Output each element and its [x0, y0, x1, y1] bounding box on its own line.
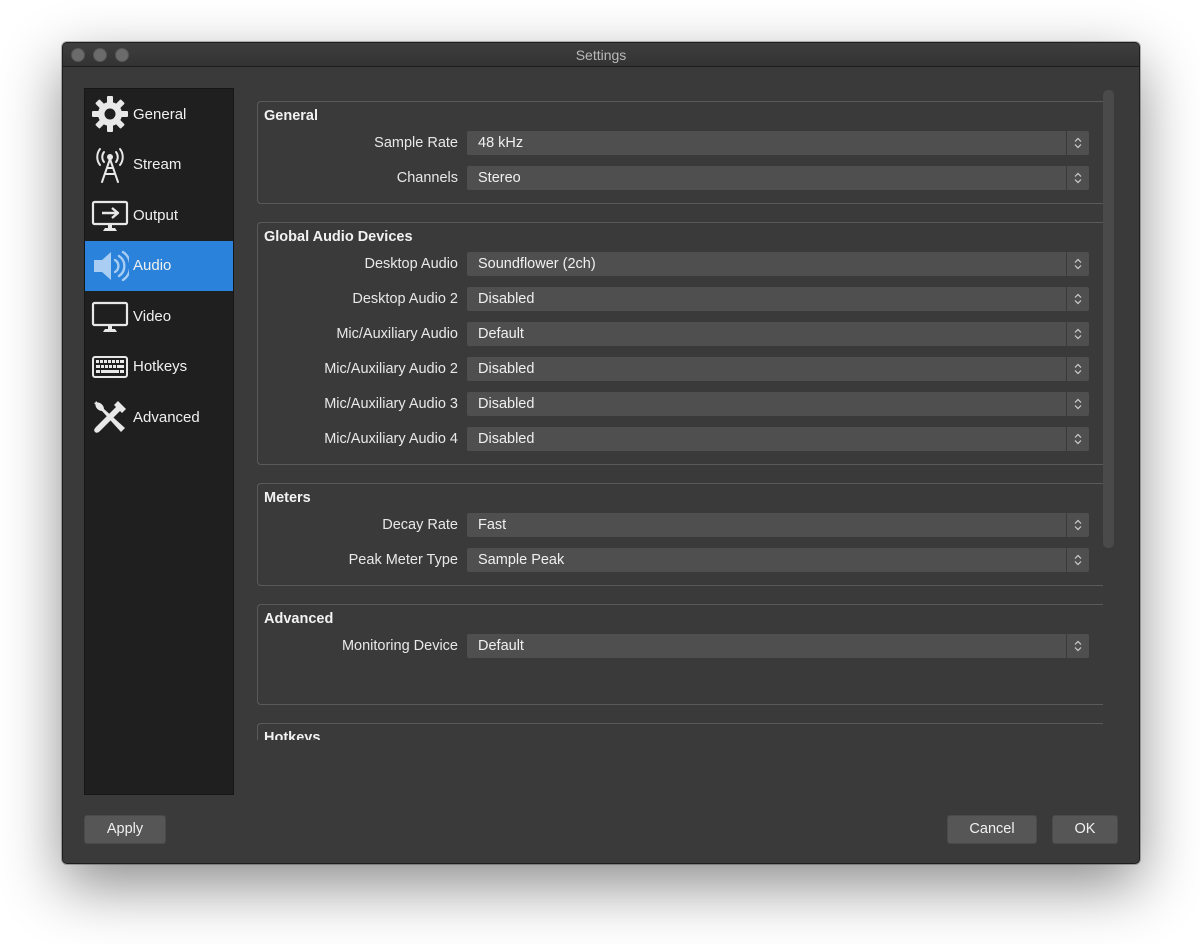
- sidebar-item-label: Stream: [133, 156, 182, 174]
- field-label: Decay Rate: [382, 517, 458, 533]
- sidebar-item-video[interactable]: Video: [85, 291, 233, 342]
- sidebar-item-label: Video: [133, 307, 172, 325]
- select-value: Default: [478, 638, 524, 654]
- field-label: Mic/Auxiliary Audio 2: [324, 361, 458, 377]
- field-label: Channels: [396, 170, 458, 186]
- audio-settings-panel: General Sample Rate 48 kHz Channels Ster…: [257, 88, 1103, 740]
- mic-aux-audio-2-select[interactable]: Disabled: [467, 357, 1089, 381]
- mic-aux-audio-4-select[interactable]: Disabled: [467, 427, 1089, 451]
- keyboard-icon: [90, 347, 130, 387]
- mic-aux-audio-2-row: Mic/Auxiliary Audio 2 Disabled: [258, 357, 1103, 381]
- mic-aux-audio-3-select[interactable]: Disabled: [467, 392, 1089, 416]
- select-value: Stereo: [478, 170, 521, 186]
- updown-chevron-icon: [1066, 166, 1089, 190]
- sidebar-item-label: Output: [133, 206, 179, 224]
- field-label: Mic/Auxiliary Audio: [336, 326, 458, 342]
- monitor-icon: [90, 296, 130, 336]
- group-title: General: [264, 108, 318, 124]
- gear-icon: [90, 94, 130, 134]
- sidebar-item-stream[interactable]: Stream: [85, 140, 233, 191]
- mic-aux-audio-select[interactable]: Default: [467, 322, 1089, 346]
- group-title: Meters: [264, 490, 311, 506]
- select-value: Fast: [478, 517, 507, 533]
- ok-button[interactable]: OK: [1052, 815, 1118, 844]
- select-value: Disabled: [478, 291, 535, 307]
- peak-meter-type-select[interactable]: Sample Peak: [467, 548, 1089, 572]
- select-value: Disabled: [478, 396, 535, 412]
- sidebar-item-advanced[interactable]: Advanced: [85, 392, 233, 443]
- advanced-group: Advanced Monitoring Device Default: [257, 604, 1103, 705]
- sidebar-item-audio[interactable]: Audio: [85, 240, 233, 291]
- settings-scrollbar[interactable]: [1103, 90, 1114, 548]
- sidebar-item-label: Advanced: [133, 408, 200, 426]
- sidebar-item-label: Hotkeys: [133, 358, 188, 376]
- select-value: Default: [478, 326, 524, 342]
- updown-chevron-icon: [1066, 252, 1089, 276]
- desktop-audio-2-row: Desktop Audio 2 Disabled: [258, 287, 1103, 311]
- settings-sidebar: General Stream Output Audio Video Hotkey…: [84, 88, 234, 795]
- sidebar-item-output[interactable]: Output: [85, 190, 233, 241]
- select-value: Sample Peak: [478, 552, 565, 568]
- mic-aux-audio-3-row: Mic/Auxiliary Audio 3 Disabled: [258, 392, 1103, 416]
- field-label: Monitoring Device: [341, 638, 458, 654]
- updown-chevron-icon: [1066, 548, 1089, 572]
- apply-button[interactable]: Apply: [84, 815, 166, 844]
- hotkeys-group: Hotkeys: [257, 723, 1103, 740]
- broadcast-tower-icon: [90, 145, 130, 185]
- select-value: 48 kHz: [478, 135, 524, 151]
- tools-icon: [90, 397, 130, 437]
- general-group: General Sample Rate 48 kHz Channels Ster…: [257, 101, 1103, 204]
- updown-chevron-icon: [1066, 131, 1089, 155]
- mic-aux-audio-row: Mic/Auxiliary Audio Default: [258, 322, 1103, 346]
- sample-rate-select[interactable]: 48 kHz: [467, 131, 1089, 155]
- select-value: Disabled: [478, 431, 535, 447]
- updown-chevron-icon: [1066, 513, 1089, 537]
- updown-chevron-icon: [1066, 322, 1089, 346]
- updown-chevron-icon: [1066, 357, 1089, 381]
- field-label: Desktop Audio 2: [352, 291, 458, 307]
- sidebar-item-hotkeys[interactable]: Hotkeys: [85, 342, 233, 393]
- group-title: Global Audio Devices: [264, 229, 413, 245]
- field-label: Desktop Audio: [364, 256, 458, 272]
- updown-chevron-icon: [1066, 427, 1089, 451]
- title-bar: Settings: [63, 43, 1139, 67]
- select-value: Soundflower (2ch): [478, 256, 596, 272]
- field-label: Peak Meter Type: [348, 552, 458, 568]
- updown-chevron-icon: [1066, 634, 1089, 658]
- field-label: Sample Rate: [374, 135, 458, 151]
- peak-meter-type-row: Peak Meter Type Sample Peak: [258, 548, 1103, 572]
- sidebar-item-label: General: [133, 105, 187, 123]
- cancel-button[interactable]: Cancel: [947, 815, 1037, 844]
- desktop-audio-select[interactable]: Soundflower (2ch): [467, 252, 1089, 276]
- updown-chevron-icon: [1066, 392, 1089, 416]
- sidebar-item-label: Audio: [133, 257, 172, 275]
- desktop-audio-2-select[interactable]: Disabled: [467, 287, 1089, 311]
- field-label: Mic/Auxiliary Audio 3: [324, 396, 458, 412]
- updown-chevron-icon: [1066, 287, 1089, 311]
- sidebar-item-general[interactable]: General: [85, 89, 233, 140]
- group-title: Advanced: [264, 611, 334, 627]
- select-value: Disabled: [478, 361, 535, 377]
- settings-window: Settings General Stream Output Audio Vid…: [62, 42, 1140, 864]
- global-audio-devices-group: Global Audio Devices Desktop Audio Sound…: [257, 222, 1103, 465]
- meters-group: Meters Decay Rate Fast Peak Meter Type S…: [257, 483, 1103, 586]
- monitor-output-icon: [90, 195, 130, 235]
- window-title: Settings: [575, 47, 627, 63]
- field-label: Mic/Auxiliary Audio 4: [324, 431, 458, 447]
- channels-row: Channels Stereo: [258, 166, 1103, 190]
- decay-rate-select[interactable]: Fast: [467, 513, 1089, 537]
- speaker-icon: [90, 246, 130, 286]
- desktop-audio-row: Desktop Audio Soundflower (2ch): [258, 252, 1103, 276]
- group-title: Hotkeys: [264, 730, 321, 740]
- monitoring-device-row: Monitoring Device Default: [258, 634, 1103, 658]
- channels-select[interactable]: Stereo: [467, 166, 1089, 190]
- sample-rate-row: Sample Rate 48 kHz: [258, 131, 1103, 155]
- mic-aux-audio-4-row: Mic/Auxiliary Audio 4 Disabled: [258, 427, 1103, 451]
- decay-rate-row: Decay Rate Fast: [258, 513, 1103, 537]
- monitoring-device-select[interactable]: Default: [467, 634, 1089, 658]
